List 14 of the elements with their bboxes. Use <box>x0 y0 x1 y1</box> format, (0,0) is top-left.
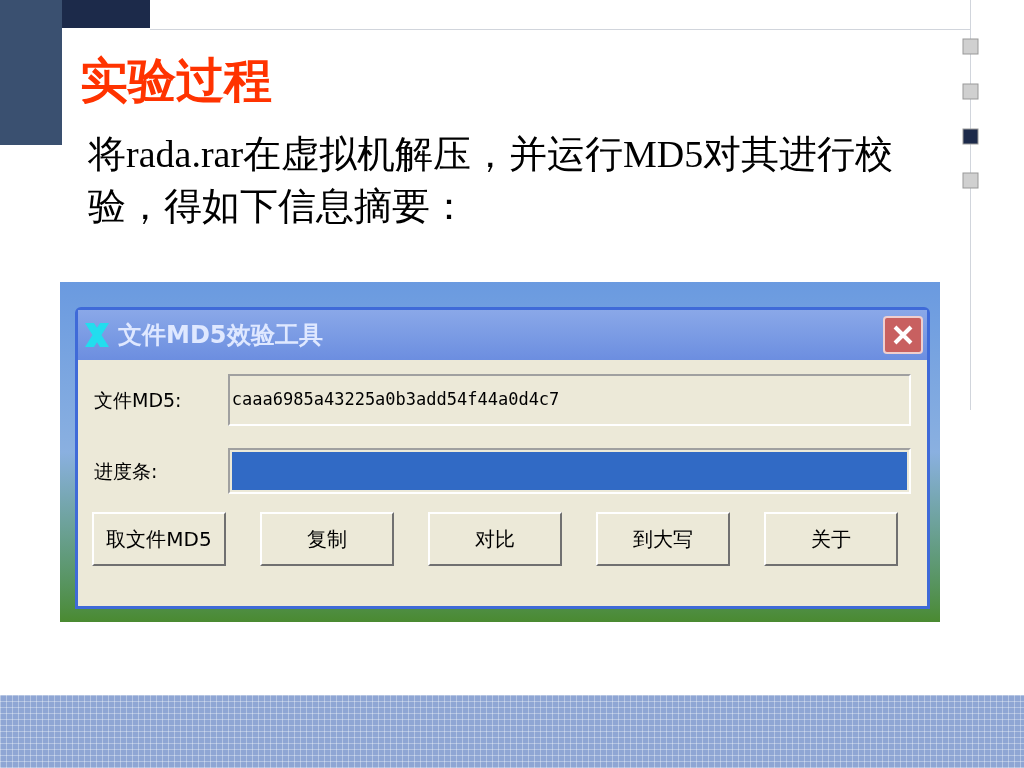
close-button[interactable] <box>883 316 923 354</box>
slide-title: 实验过程 <box>80 51 272 110</box>
dialog-title: 文件MD5效验工具 <box>118 320 323 351</box>
dialog-button[interactable]: 取文件MD5 <box>92 512 226 566</box>
dialog-button[interactable]: 复制 <box>260 512 394 566</box>
dialog-button[interactable]: 关于 <box>764 512 898 566</box>
x-logo-icon <box>82 320 112 350</box>
md5-label: 文件MD5: <box>94 387 183 413</box>
close-icon <box>892 324 914 346</box>
slide-body-text: 将rada.rar在虚拟机解压，并运行MD5对其进行校验，得如下信息摘要： <box>88 132 895 229</box>
dialog-button[interactable]: 对比 <box>428 512 562 566</box>
progress-label: 进度条: <box>94 458 159 484</box>
md5-value-field[interactable]: caaa6985a43225a0b3add54f44a0d4c7 <box>227 374 911 426</box>
dialog-button[interactable]: 到大写 <box>596 512 730 566</box>
